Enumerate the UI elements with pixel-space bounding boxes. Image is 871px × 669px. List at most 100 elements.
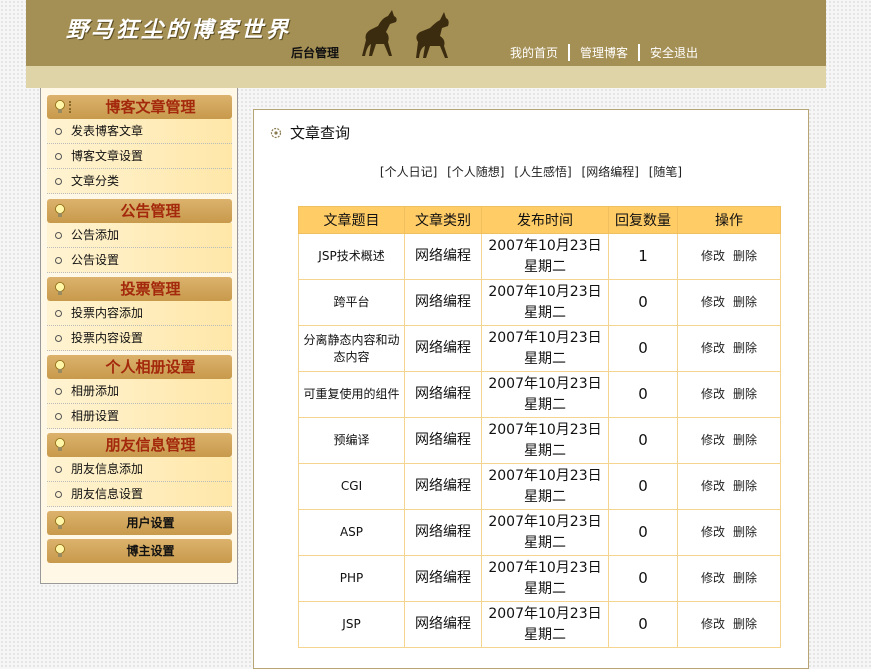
panel-header: 文章查询 [270,122,350,143]
sidebar-item-album-settings[interactable]: 相册设置 [47,404,232,429]
sidebar-item-label: 投票内容添加 [71,306,144,320]
ring-bullet-icon [55,232,62,239]
article-title-cell: 预编译 [298,417,405,464]
delete-article-link[interactable]: 删除 [733,617,757,631]
sidebar-group-blog-posts[interactable]: 博客文章管理 [47,95,232,119]
sidebar-item-publish-post[interactable]: 发表博客文章 [47,119,232,144]
article-title-cell: 分离静态内容和动态内容 [298,325,405,372]
nav-manage-link[interactable]: 管理博客 [570,44,638,61]
ring-bullet-icon [55,153,62,160]
sidebar-group-friends[interactable]: 朋友信息管理 [47,433,232,457]
sidebar-group-title: 博客文章管理 [105,98,196,116]
article-date-cell: 2007年10月23日 星期二 [481,325,609,372]
actions-cell: 修改 删除 [677,417,781,464]
delete-article-link[interactable]: 删除 [733,479,757,493]
lightbulb-icon [55,516,65,529]
edit-article-link[interactable]: 修改 [701,479,725,493]
ring-bullet-icon [55,310,62,317]
column-header: 回复数量 [608,206,678,234]
filter-diary-link[interactable]: [个人日记] [380,165,437,179]
edit-article-link[interactable]: 修改 [701,571,725,585]
sidebar-group-owner-settings[interactable]: 博主设置 [47,539,232,563]
delete-article-link[interactable]: 删除 [733,571,757,585]
article-date-cell: 2007年10月23日 星期二 [481,509,609,556]
sidebar-group-votes[interactable]: 投票管理 [47,277,232,301]
article-date-cell: 2007年10月23日 星期二 [481,233,609,280]
sidebar-group-albums[interactable]: 个人相册设置 [47,355,232,379]
nav-home-link[interactable]: 我的首页 [500,44,568,61]
sidebar-item-label: 朋友信息添加 [71,462,144,476]
edit-article-link[interactable]: 修改 [701,249,725,263]
reply-count-cell: 1 [608,233,678,280]
actions-cell: 修改 删除 [677,279,781,326]
reply-count-cell: 0 [608,279,678,326]
edit-article-link[interactable]: 修改 [701,387,725,401]
sidebar-item-add-friend[interactable]: 朋友信息添加 [47,457,232,482]
edit-article-link[interactable]: 修改 [701,617,725,631]
sidebar-group-title: 博主设置 [126,544,175,558]
ring-bullet-icon [55,413,62,420]
header-strip [26,66,826,88]
filter-essays-link[interactable]: [随笔] [649,165,682,179]
lightbulb-icon [55,544,65,557]
reply-count-cell: 0 [608,371,678,418]
delete-article-link[interactable]: 删除 [733,341,757,355]
sidebar-item-label: 相册添加 [71,384,120,398]
article-category-cell: 网络编程 [404,509,482,556]
category-filter-bar: [个人日记] [个人随想] [人生感悟] [网络编程] [随笔] [254,163,808,180]
sidebar: 博客文章管理 发表博客文章 博客文章设置 文章分类 公告管理 公告添加 公告设置… [40,88,238,584]
table-row: PHP 网络编程 2007年10月23日 星期二 0 修改 删除 [298,555,781,602]
delete-article-link[interactable]: 删除 [733,249,757,263]
sidebar-item-announcement-settings[interactable]: 公告设置 [47,248,232,273]
delete-article-link[interactable]: 删除 [733,295,757,309]
actions-cell: 修改 删除 [677,463,781,510]
actions-cell: 修改 删除 [677,509,781,556]
sidebar-item-add-album[interactable]: 相册添加 [47,379,232,404]
sidebar-group-announcements[interactable]: 公告管理 [47,199,232,223]
article-category-cell: 网络编程 [404,233,482,280]
delete-article-link[interactable]: 删除 [733,433,757,447]
sidebar-item-label: 投票内容设置 [71,331,144,345]
edit-article-link[interactable]: 修改 [701,433,725,447]
sidebar-item-label: 公告添加 [71,228,120,242]
filter-insights-link[interactable]: [人生感悟] [514,165,571,179]
ring-bullet-icon [55,491,62,498]
sidebar-item-add-announcement[interactable]: 公告添加 [47,223,232,248]
article-title-cell: JSP技术概述 [298,233,405,280]
edit-article-link[interactable]: 修改 [701,295,725,309]
backend-label: 后台管理 [291,46,340,60]
sidebar-item-label: 相册设置 [71,409,120,423]
delete-article-link[interactable]: 删除 [733,387,757,401]
table-row: JSP 网络编程 2007年10月23日 星期二 0 修改 删除 [298,601,781,648]
nav-logout-link[interactable]: 安全退出 [640,44,708,61]
article-title-cell: 可重复使用的组件 [298,371,405,418]
column-header: 操作 [677,206,781,234]
sidebar-item-post-categories[interactable]: 文章分类 [47,169,232,194]
lightbulb-icon [55,204,65,217]
delete-article-link[interactable]: 删除 [733,525,757,539]
article-date-cell: 2007年10月23日 星期二 [481,601,609,648]
edit-article-link[interactable]: 修改 [701,341,725,355]
reply-count-cell: 0 [608,509,678,556]
table-row: 跨平台 网络编程 2007年10月23日 星期二 0 修改 删除 [298,279,781,326]
site-brand: 野马狂尘的博客世界 [66,17,292,43]
reply-count-cell: 0 [608,601,678,648]
sidebar-item-vote-settings[interactable]: 投票内容设置 [47,326,232,351]
sidebar-item-label: 文章分类 [71,174,120,188]
lightbulb-icon [55,100,65,113]
filter-programming-link[interactable]: [网络编程] [582,165,639,179]
site-header: 野马狂尘的博客世界 后台管理 我的首页 管理博客 安全退出 [26,0,826,66]
table-header-row: 文章题目 文章类别 发布时间 回复数量 操作 [298,206,781,234]
lightbulb-icon [55,438,65,451]
article-category-cell: 网络编程 [404,371,482,418]
page-title: 文章查询 [290,124,351,142]
sidebar-item-friend-settings[interactable]: 朋友信息设置 [47,482,232,507]
sidebar-item-add-vote[interactable]: 投票内容添加 [47,301,232,326]
sidebar-item-post-settings[interactable]: 博客文章设置 [47,144,232,169]
actions-cell: 修改 删除 [677,371,781,418]
edit-article-link[interactable]: 修改 [701,525,725,539]
filter-thoughts-link[interactable]: [个人随想] [447,165,504,179]
column-header: 文章类别 [404,206,482,234]
article-title-cell: JSP [298,601,405,648]
sidebar-group-user-settings[interactable]: 用户设置 [47,511,232,535]
